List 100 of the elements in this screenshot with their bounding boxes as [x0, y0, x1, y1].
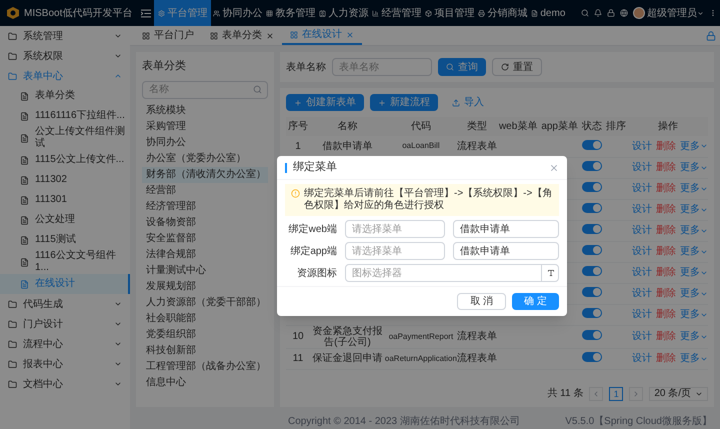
status-switch[interactable] — [582, 224, 602, 234]
cancel-button[interactable]: 取 消 — [457, 293, 506, 310]
status-switch[interactable] — [582, 287, 602, 297]
bell-icon[interactable] — [594, 9, 602, 17]
top-nav-tab[interactable]: demo — [529, 0, 568, 26]
category-item[interactable]: 办公室（党委办公室） — [142, 150, 268, 166]
more-dropdown[interactable]: 更多 — [680, 351, 708, 366]
more-dropdown[interactable]: 更多 — [680, 202, 708, 217]
category-item[interactable]: 计量测试中心 — [142, 262, 268, 278]
top-nav-tab[interactable]: 分销商城 — [476, 0, 530, 26]
menu-select-field[interactable]: 请选择菜单 — [345, 242, 445, 260]
sidebar-item[interactable]: 流程中心 — [0, 334, 130, 354]
status-switch[interactable] — [582, 308, 602, 318]
delete-link[interactable]: 删除 — [656, 181, 676, 196]
status-switch[interactable] — [582, 203, 602, 213]
page-tab[interactable]: 平台门户 — [134, 26, 202, 45]
form-name-input[interactable]: 表单名称 — [332, 58, 432, 76]
delete-link[interactable]: 删除 — [656, 351, 676, 366]
sidebar-subitem[interactable]: 11161116下拉组件... — [0, 106, 130, 126]
search-field[interactable]: 名称 — [142, 80, 268, 98]
avatar[interactable] — [633, 7, 645, 19]
menu-toggle-icon[interactable] — [141, 8, 152, 18]
reset-button[interactable]: 重置 — [492, 58, 542, 76]
more-dropdown[interactable]: 更多 — [680, 307, 708, 322]
category-item[interactable]: 法律合规部 — [142, 246, 268, 262]
category-item[interactable]: 经济管理部 — [142, 198, 268, 214]
delete-link[interactable]: 删除 — [656, 286, 676, 301]
status-switch[interactable] — [582, 266, 602, 276]
delete-link[interactable]: 删除 — [656, 265, 676, 280]
menu-select-field[interactable]: 请选择菜单 — [345, 220, 445, 238]
category-item[interactable]: 发展规划部 — [142, 278, 268, 294]
sidebar-item[interactable]: 文档中心 — [0, 374, 130, 394]
sidebar-subitem[interactable]: 公文处理 — [0, 210, 130, 230]
menu-name-input[interactable]: 借款申请单 — [453, 242, 559, 260]
page-tab[interactable]: 表单分类 — [202, 26, 282, 45]
category-item[interactable]: 采购管理 — [142, 118, 268, 134]
category-item[interactable]: 社会职能部 — [142, 310, 268, 326]
sidebar-item[interactable]: 系统管理 — [0, 26, 130, 46]
top-nav-tab[interactable]: 项目管理 — [423, 0, 476, 26]
contact-card-icon — [319, 10, 326, 16]
category-item[interactable]: 财务部（清收清欠办公室） — [142, 166, 268, 182]
category-item[interactable]: 工程管理部（战备办公室） — [142, 358, 268, 374]
sidebar-subitem[interactable]: 公文上传文件组件测试 — [0, 126, 130, 150]
delete-link[interactable]: 删除 — [656, 244, 676, 259]
status-switch[interactable] — [582, 245, 602, 255]
more-dropdown[interactable]: 更多 — [680, 181, 708, 196]
top-nav-tab[interactable]: 教务管理 — [264, 0, 318, 26]
more-dropdown[interactable]: 更多 — [680, 160, 708, 175]
close-icon[interactable] — [549, 162, 559, 172]
status-switch[interactable] — [582, 140, 602, 150]
sidebar-subitem[interactable]: 1115公文上传文件... — [0, 150, 130, 170]
delete-link[interactable]: 删除 — [656, 329, 676, 344]
delete-link[interactable]: 删除 — [656, 138, 676, 154]
sidebar-subitem[interactable]: 表单分类 — [0, 86, 130, 106]
page-size-select[interactable]: 20 条/页 — [649, 386, 708, 400]
close-icon[interactable] — [346, 30, 354, 38]
status-switch[interactable] — [582, 182, 602, 192]
status-switch[interactable] — [582, 161, 602, 171]
more-dropdown[interactable]: 更多 — [680, 329, 708, 344]
more-dropdown[interactable]: 更多 — [680, 286, 708, 301]
prev-page-button[interactable] — [589, 386, 604, 400]
lock-icon[interactable] — [607, 9, 615, 17]
category-item[interactable]: 科技创新部 — [142, 342, 268, 358]
category-item[interactable]: 经营部 — [142, 182, 268, 198]
top-nav-tab[interactable]: 人力资源 — [317, 0, 370, 26]
next-page-button[interactable] — [629, 386, 644, 400]
delete-link[interactable]: 删除 — [656, 223, 676, 238]
more-dropdown[interactable]: 更多 — [680, 223, 708, 238]
top-nav-tab[interactable]: 经营管理 — [370, 0, 424, 26]
close-icon[interactable] — [266, 32, 274, 40]
delete-link[interactable]: 删除 — [656, 202, 676, 217]
category-item[interactable]: 安全监督部 — [142, 230, 268, 246]
sidebar-subitem[interactable]: 1115测试 — [0, 230, 130, 250]
top-nav-tab[interactable]: 协同办公 — [211, 0, 264, 26]
sidebar-subitem[interactable]: 111301 — [0, 190, 130, 210]
confirm-button[interactable]: 确 定 — [512, 293, 559, 310]
sidebar-item[interactable]: 系统权限 — [0, 46, 130, 66]
lock-icon[interactable] — [706, 31, 716, 41]
delete-link[interactable]: 删除 — [656, 160, 676, 175]
sidebar-item[interactable]: 门户设计 — [0, 314, 130, 334]
delete-link[interactable]: 删除 — [656, 307, 676, 322]
user-menu[interactable]: 超级管理员 — [647, 6, 704, 20]
menu-name-input[interactable]: 借款申请单 — [453, 220, 559, 238]
sidebar-item[interactable]: 报表中心 — [0, 354, 130, 374]
category-item[interactable]: 系统模块 — [142, 102, 268, 118]
category-item[interactable]: 设备物资部 — [142, 214, 268, 230]
sidebar-item[interactable]: 代码生成 — [0, 294, 130, 314]
category-item[interactable]: 人力资源部（党委干部部） — [142, 294, 268, 310]
status-switch[interactable] — [582, 352, 602, 362]
status-switch[interactable] — [582, 330, 602, 340]
globe-icon[interactable] — [620, 9, 628, 17]
sidebar-subitem[interactable]: 1116公文文号组件1... — [0, 250, 130, 274]
sidebar-subitem[interactable]: 111302 — [0, 170, 130, 190]
more-dropdown[interactable]: 更多 — [680, 244, 708, 259]
more-dropdown[interactable]: 更多 — [680, 138, 708, 154]
import-button[interactable]: 导入 — [444, 94, 492, 111]
category-item[interactable]: 党委组织部 — [142, 326, 268, 342]
more-dropdown[interactable]: 更多 — [680, 265, 708, 280]
category-item[interactable]: 信息中心 — [142, 374, 268, 390]
category-item[interactable]: 协同办公 — [142, 134, 268, 150]
